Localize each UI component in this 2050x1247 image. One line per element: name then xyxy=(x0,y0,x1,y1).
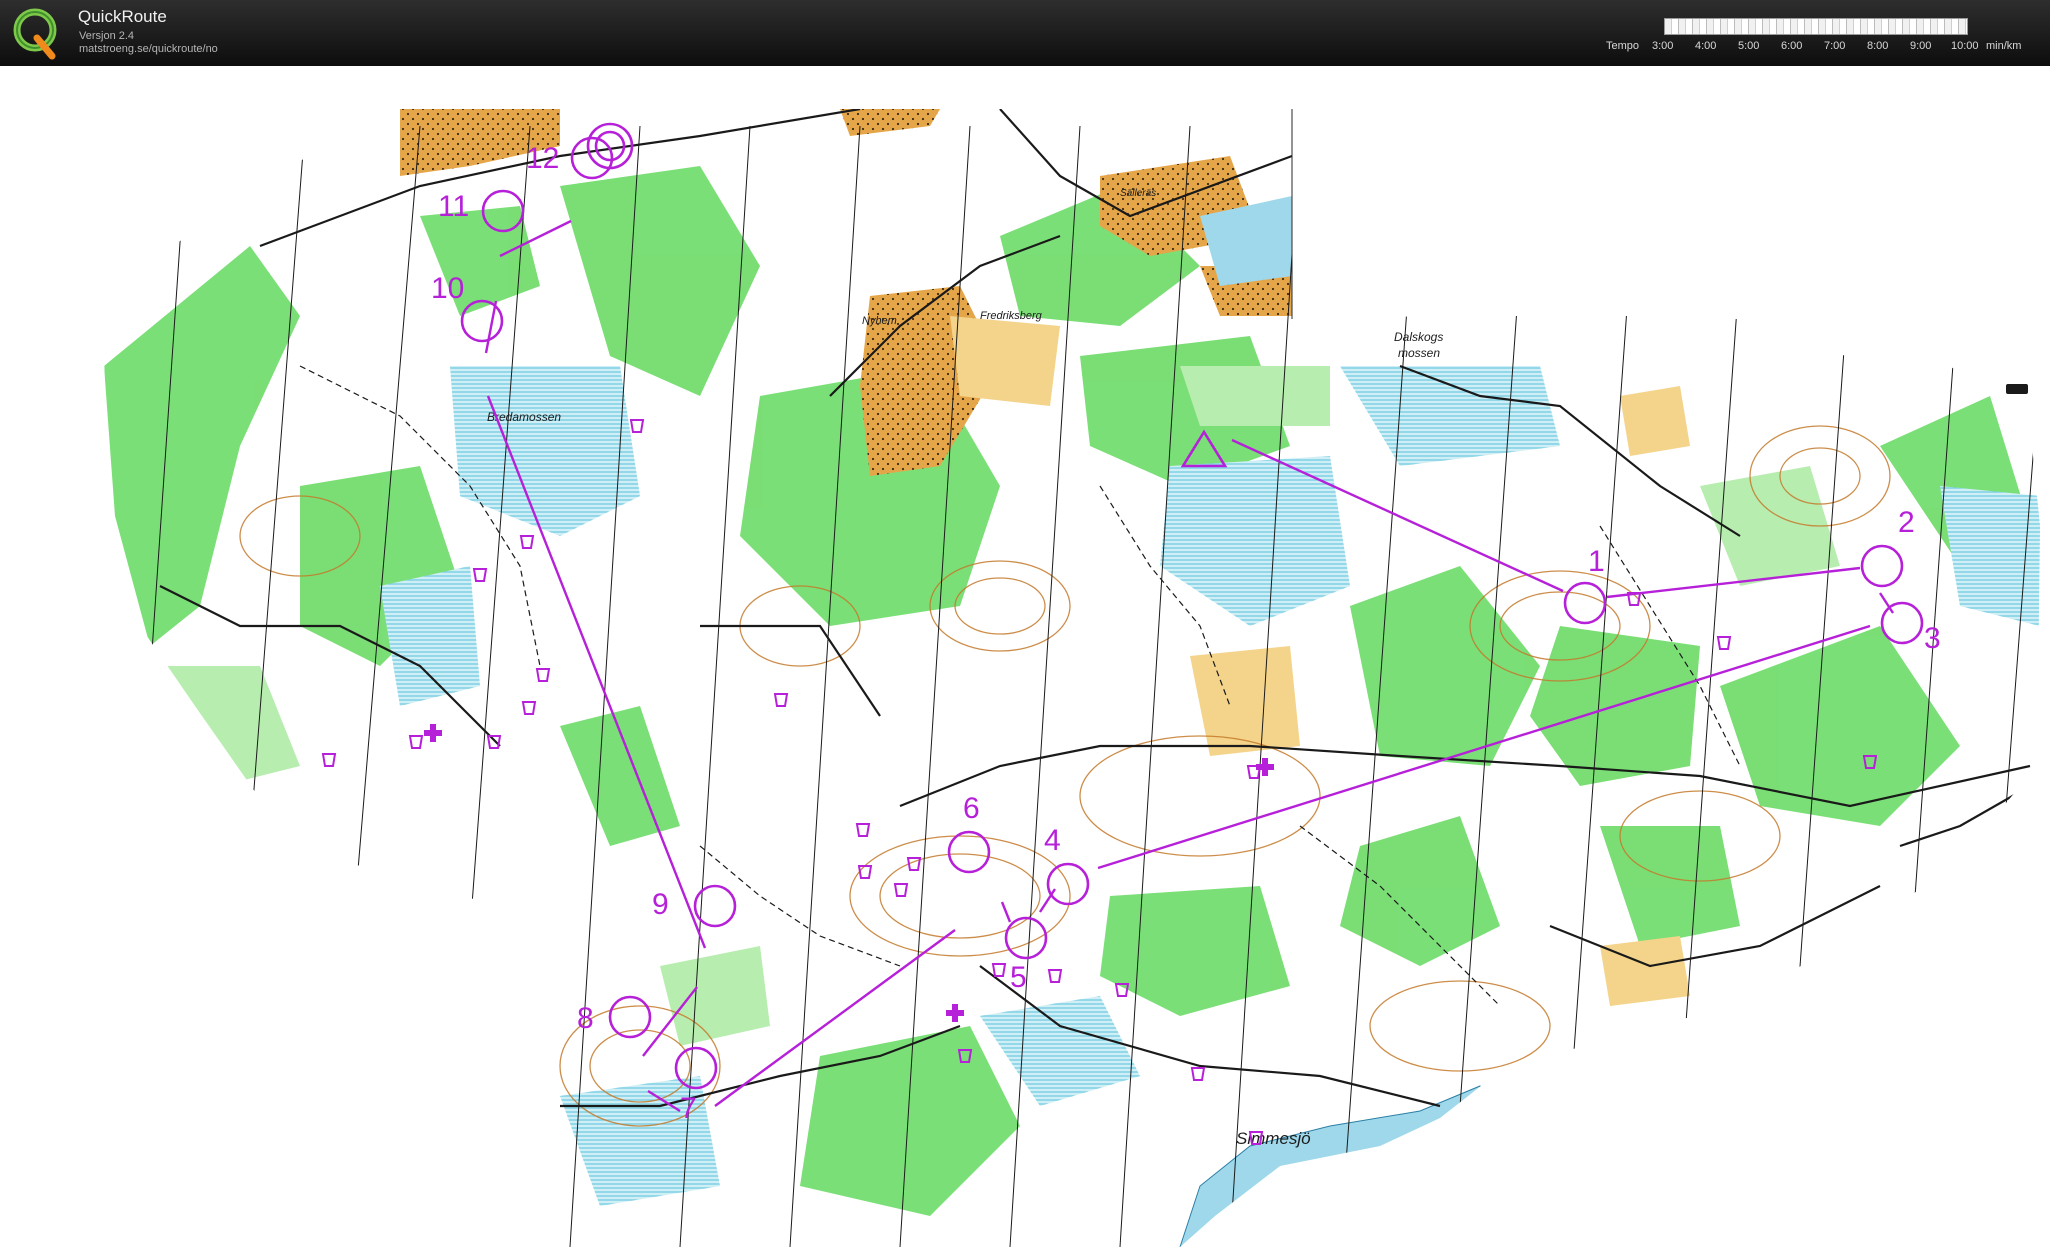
control-number-5: 5 xyxy=(1010,961,1027,994)
tempo-tick: 3:00 xyxy=(1652,40,1674,52)
tempo-unit: min/km xyxy=(1986,40,2022,52)
control-number-8: 8 xyxy=(577,1002,594,1035)
place-label-fredriksberg: Fredriksberg xyxy=(980,310,1043,322)
panel-collapse-tab-icon[interactable] xyxy=(2006,384,2028,394)
control-number-12: 12 xyxy=(526,142,559,175)
place-label-nyhem: Nyhem xyxy=(862,315,897,327)
tempo-label: Tempo xyxy=(1606,40,1640,52)
tempo-tick: 9:00 xyxy=(1910,40,1932,52)
control-number-7: 7 xyxy=(680,1092,697,1125)
tempo-tick: 5:00 xyxy=(1738,40,1760,52)
control-number-10: 10 xyxy=(431,272,464,305)
control-number-2: 2 xyxy=(1898,506,1915,539)
tempo-tick: 10:00 xyxy=(1951,40,1979,52)
place-label-simmesjo: Simmesjö xyxy=(1236,1129,1311,1148)
control-number-11: 11 xyxy=(438,190,469,223)
control-number-1: 1 xyxy=(1588,545,1605,578)
place-label-mossen: mossen xyxy=(1398,346,1440,360)
control-number-9: 9 xyxy=(652,888,669,921)
control-number-3: 3 xyxy=(1924,622,1941,655)
map-canvas[interactable]: Bredamossen Dalskogs mossen Nyhem Fredri… xyxy=(0,66,2050,1247)
control-number-6: 6 xyxy=(963,792,980,825)
tempo-tick: 7:00 xyxy=(1824,40,1846,52)
tempo-color-scale xyxy=(1664,18,1968,35)
place-label-dalskogs: Dalskogs xyxy=(1394,330,1443,344)
tempo-tick: 4:00 xyxy=(1695,40,1717,52)
control-number-4: 4 xyxy=(1044,824,1061,857)
quickroute-q-logo-icon xyxy=(13,8,57,60)
title-bar: QuickRoute Versjon 2.4 matstroeng.se/qui… xyxy=(0,0,2050,66)
orienteering-map[interactable]: Bredamossen Dalskogs mossen Nyhem Fredri… xyxy=(0,66,2050,1247)
app-url[interactable]: matstroeng.se/quickroute/no xyxy=(79,43,218,55)
app-version: Versjon 2.4 xyxy=(79,30,135,42)
app-title: QuickRoute xyxy=(78,7,167,26)
place-label-salleras: Sälleräs xyxy=(1120,188,1156,199)
map-terrain xyxy=(104,109,2040,1247)
tempo-tick: 8:00 xyxy=(1867,40,1889,52)
tempo-tick: 6:00 xyxy=(1781,40,1803,52)
